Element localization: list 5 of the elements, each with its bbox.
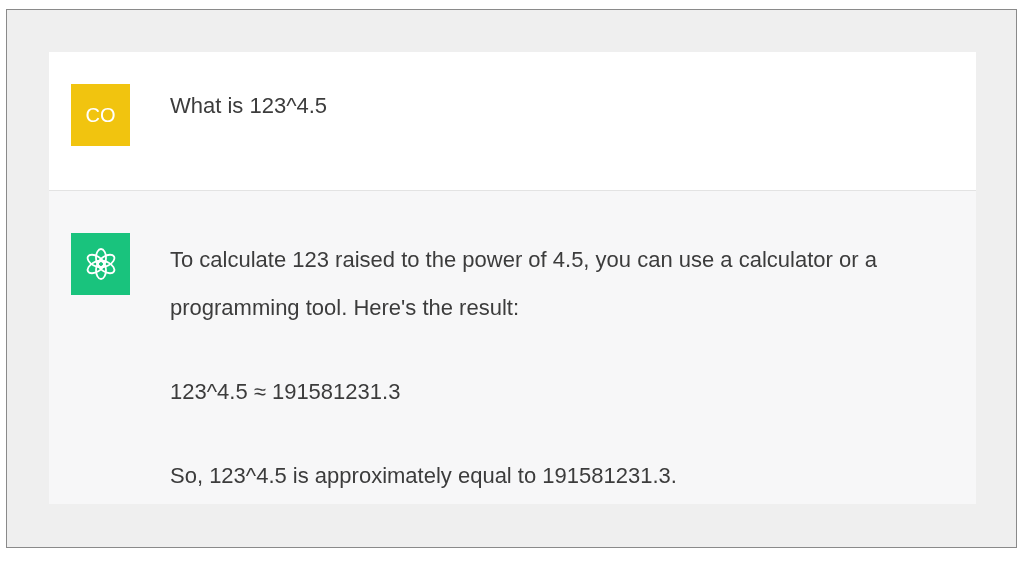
message-text: 123^4.5 ≈ 191581231.3 xyxy=(170,378,402,406)
avatar: CO xyxy=(71,84,130,146)
message-text: So, 123^4.5 is approximately equal to 191581231.3. xyxy=(170,462,678,490)
message-text: What is 123^4.5 xyxy=(170,92,329,120)
message-text: To calculate 123 raised to the power of 4.5, you can use a calculator or a programming tool. Here's the result: xyxy=(170,246,878,322)
